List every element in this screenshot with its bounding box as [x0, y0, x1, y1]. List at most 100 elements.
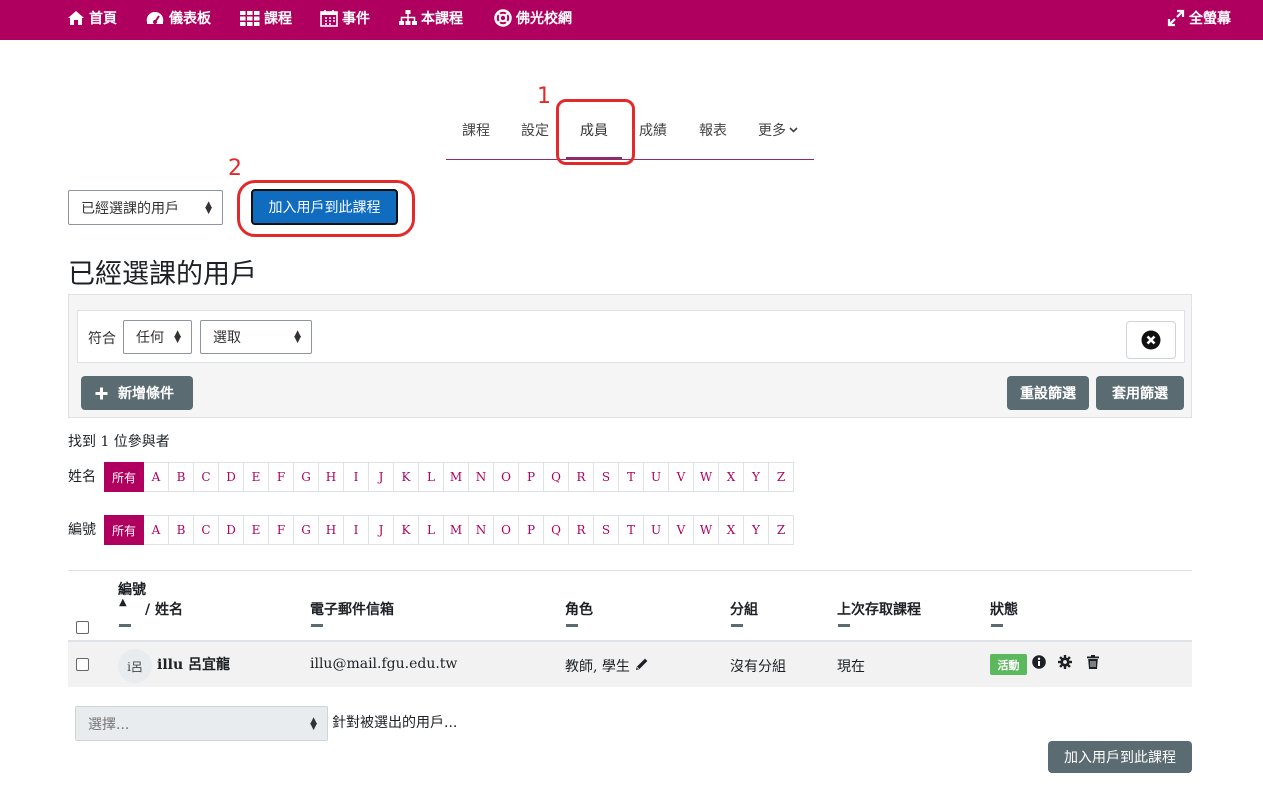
filter-type-value: 選取 [213, 330, 241, 346]
nav-this-course[interactable]: 本課程 [399, 0, 463, 36]
bulk-action-select[interactable]: 選擇... ▲ ▼ [75, 706, 328, 741]
pencil-icon[interactable] [635, 657, 649, 671]
header-email[interactable]: 電子郵件信箱 [310, 599, 394, 619]
idnumber-initial-g[interactable]: G [294, 515, 319, 545]
firstname-initial-y[interactable]: Y [744, 462, 769, 492]
apply-filters-button[interactable]: 套用篩選 [1096, 376, 1184, 410]
match-type-select[interactable]: 任何 ▲ ▼ [123, 320, 192, 354]
firstname-initial-c[interactable]: C [194, 462, 219, 492]
annotation-number-two: 2 [228, 156, 242, 181]
nav-home[interactable]: 首頁 [67, 0, 117, 36]
idnumber-initial-b[interactable]: B [169, 515, 194, 545]
nav-fgu-net[interactable]: 佛光校網 [494, 0, 572, 36]
idnumber-initial-z[interactable]: Z [769, 515, 794, 545]
trash-icon[interactable] [1087, 655, 1099, 669]
firstname-initial-j[interactable]: J [369, 462, 394, 492]
collapse-column-icon[interactable] [838, 624, 850, 627]
participant-name[interactable]: illu 呂宜龍 [157, 654, 230, 674]
idnumber-initial-x[interactable]: X [719, 515, 744, 545]
nav-courses[interactable]: 課程 [240, 0, 292, 36]
tab-grades[interactable]: 成績 [639, 120, 667, 140]
firstname-initial-g[interactable]: G [294, 462, 319, 492]
firstname-initial-h[interactable]: H [319, 462, 344, 492]
idnumber-initial-u[interactable]: U [644, 515, 669, 545]
match-type-value: 任何 [136, 330, 164, 346]
fullscreen-toggle[interactable]: 全螢幕 [1167, 0, 1231, 36]
firstname-initial-r[interactable]: R [569, 462, 594, 492]
idnumber-initial-i[interactable]: I [344, 515, 369, 545]
select-all-checkbox[interactable] [76, 621, 89, 634]
firstname-initial-p[interactable]: P [519, 462, 544, 492]
idnumber-initial-p[interactable]: P [519, 515, 544, 545]
firstname-initial-w[interactable]: W [694, 462, 719, 492]
firstname-initial-u[interactable]: U [644, 462, 669, 492]
firstname-initial-z[interactable]: Z [769, 462, 794, 492]
firstname-initial-o[interactable]: O [494, 462, 519, 492]
firstname-initial-v[interactable]: V [669, 462, 694, 492]
firstname-initial-t[interactable]: T [619, 462, 644, 492]
firstname-initial-f[interactable]: F [269, 462, 294, 492]
firstname-initial-k[interactable]: K [394, 462, 419, 492]
firstname-initials-bar: 所有 A B C D E F G H I J K L M N O P Q R S T U V W X Y Z [104, 462, 794, 492]
firstname-initial-n[interactable]: N [469, 462, 494, 492]
firstname-initial-i[interactable]: I [344, 462, 369, 492]
collapse-column-icon[interactable] [731, 624, 743, 627]
firstname-initial-b[interactable]: B [169, 462, 194, 492]
idnumber-initial-k[interactable]: K [394, 515, 419, 545]
avatar[interactable]: i呂 [118, 649, 152, 683]
remove-condition-button[interactable] [1126, 321, 1176, 359]
header-name[interactable]: / 姓名 [145, 599, 183, 619]
idnumber-initial-n[interactable]: N [469, 515, 494, 545]
collapse-column-icon[interactable] [991, 624, 1003, 627]
tab-reports[interactable]: 報表 [699, 120, 727, 140]
idnumber-initial-h[interactable]: H [319, 515, 344, 545]
idnumber-initial-y[interactable]: Y [744, 515, 769, 545]
idnumber-initial-o[interactable]: O [494, 515, 519, 545]
idnumber-initial-w[interactable]: W [694, 515, 719, 545]
firstname-initial-s[interactable]: S [594, 462, 619, 492]
idnumber-initial-c[interactable]: C [194, 515, 219, 545]
header-idnumber[interactable]: 編號 [118, 579, 146, 599]
idnumber-initial-s[interactable]: S [594, 515, 619, 545]
tab-course[interactable]: 課程 [462, 120, 490, 140]
add-condition-button[interactable]: 新增條件 [81, 376, 193, 410]
collapse-column-icon[interactable] [311, 624, 323, 627]
idnumber-initial-m[interactable]: M [444, 515, 469, 545]
firstname-initial-e[interactable]: E [244, 462, 269, 492]
nav-dashboard[interactable]: 儀表板 [145, 0, 211, 36]
idnumber-initial-r[interactable]: R [569, 515, 594, 545]
idnumber-initial-v[interactable]: V [669, 515, 694, 545]
idnumber-initial-t[interactable]: T [619, 515, 644, 545]
collapse-column-icon[interactable] [566, 624, 578, 627]
gear-icon[interactable] [1058, 655, 1072, 669]
firstname-initial-q[interactable]: Q [544, 462, 569, 492]
enrol-users-button-bottom[interactable]: 加入用戶到此課程 [1048, 741, 1192, 773]
enrol-users-button[interactable]: 加入用戶到此課程 [251, 189, 398, 225]
idnumber-initial-l[interactable]: L [419, 515, 444, 545]
info-icon[interactable] [1032, 655, 1046, 669]
firstname-initial-d[interactable]: D [219, 462, 244, 492]
chevron-down-icon [789, 127, 798, 133]
tab-more[interactable]: 更多 [758, 120, 798, 140]
firstname-initial-a[interactable]: A [144, 462, 169, 492]
tab-settings[interactable]: 設定 [521, 120, 549, 140]
firstname-initial-x[interactable]: X [719, 462, 744, 492]
firstname-initial-l[interactable]: L [419, 462, 444, 492]
participants-view-select[interactable]: 已經選課的用戶 ▲ ▼ [68, 190, 223, 225]
idnumber-initial-q[interactable]: Q [544, 515, 569, 545]
match-label: 符合 [88, 331, 116, 347]
filter-type-select[interactable]: 選取 ▲ ▼ [200, 320, 312, 354]
idnumber-initial-d[interactable]: D [219, 515, 244, 545]
nav-events[interactable]: 事件 [320, 0, 370, 36]
row-select-checkbox[interactable] [76, 658, 89, 671]
firstname-initial-m[interactable]: M [444, 462, 469, 492]
idnumber-initial-e[interactable]: E [244, 515, 269, 545]
header-last-access[interactable]: 上次存取課程 [837, 599, 921, 619]
collapse-column-icon[interactable] [119, 624, 131, 627]
idnumber-initial-j[interactable]: J [369, 515, 394, 545]
reset-filters-button[interactable]: 重設篩選 [1007, 376, 1089, 410]
idnumber-initial-all[interactable]: 所有 [104, 515, 144, 545]
firstname-initial-all[interactable]: 所有 [104, 462, 144, 492]
idnumber-initial-a[interactable]: A [144, 515, 169, 545]
idnumber-initial-f[interactable]: F [269, 515, 294, 545]
